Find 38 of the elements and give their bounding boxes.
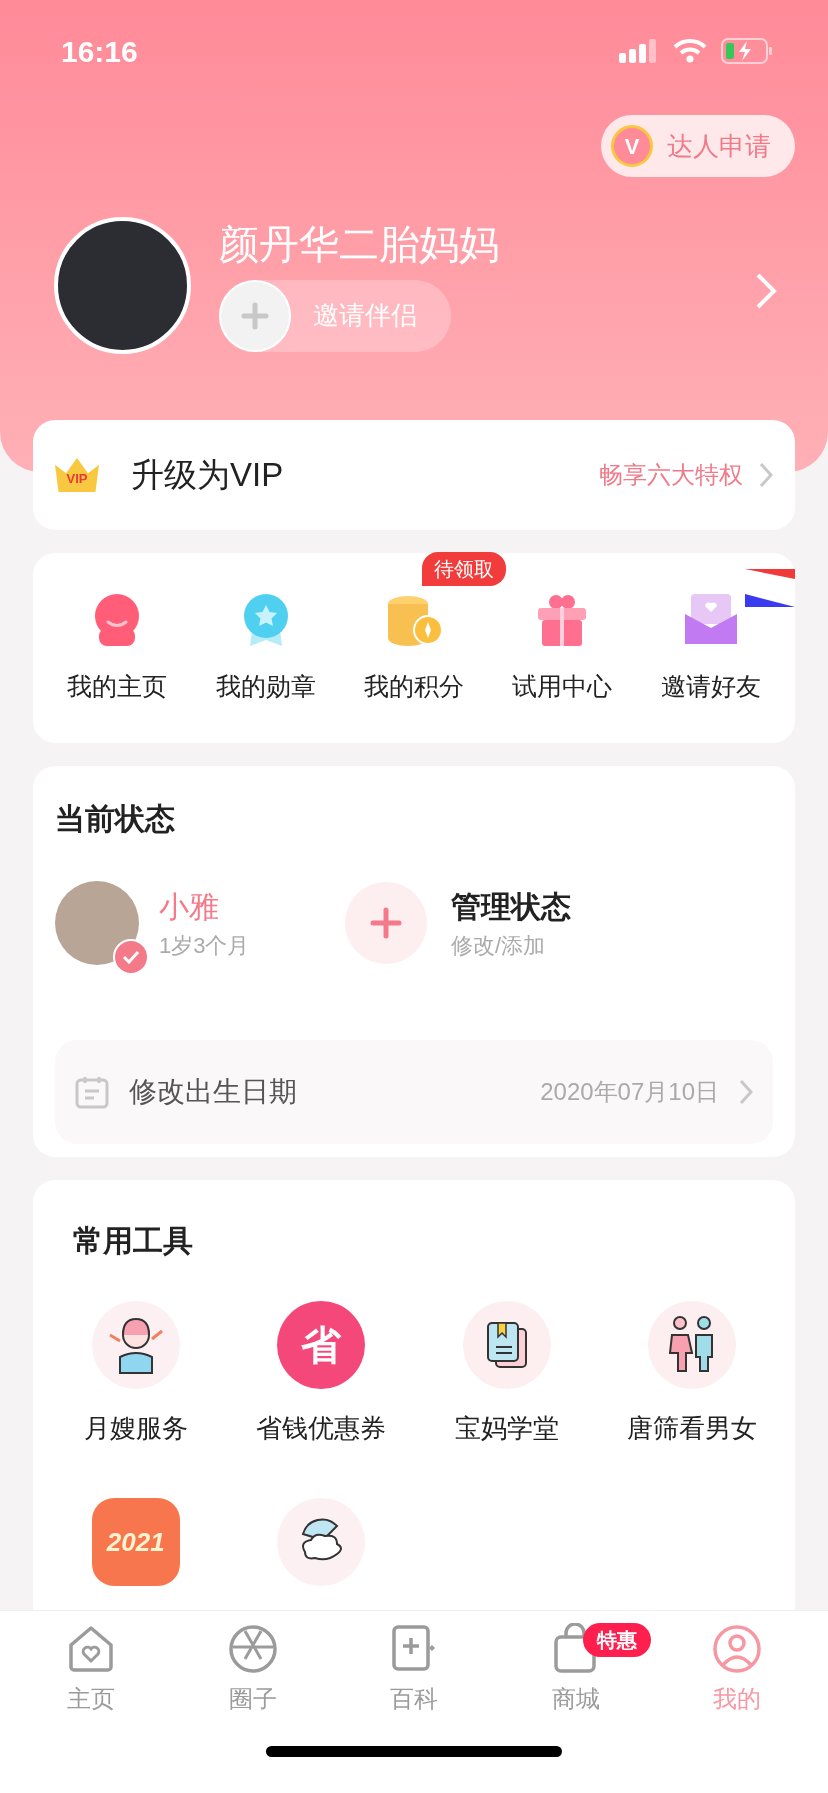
baby-age: 1岁3个月 (159, 932, 250, 960)
section-title: 常用工具 (73, 1223, 194, 1259)
signal-icon (619, 39, 659, 63)
section-title: 当前状态 (55, 801, 176, 837)
tool-item[interactable]: 唐筛看男女 (599, 1301, 785, 1448)
manage-status-button[interactable]: 管理状态 修改/添加 (345, 882, 571, 964)
tool-item[interactable]: 月嫂服务 (43, 1301, 229, 1448)
status-time: 16:16 (61, 33, 138, 70)
tab-bar-item[interactable]: 特惠 商城 (502, 1623, 649, 1717)
chevron-right-icon (759, 462, 773, 488)
manage-status-title: 管理状态 (451, 889, 571, 925)
battery-icon (721, 38, 773, 64)
calendar-icon (75, 1075, 109, 1109)
birth-date-label: 修改出生日期 (129, 1075, 297, 1109)
birth-date-value: 2020年07月10日 (540, 1077, 719, 1107)
baby-name: 小雅 (159, 889, 220, 925)
crown-icon: VIP (55, 458, 99, 492)
pending-badge: 待领取 (421, 552, 506, 587)
fortune-2021-icon: 2021 (91, 1498, 180, 1586)
vip-upgrade-banner[interactable]: VIP 升级为VIP 畅享六大特权 (33, 420, 795, 530)
chevron-right-icon (739, 1079, 753, 1105)
tool-item[interactable]: 省 省钱优惠券 (228, 1301, 414, 1448)
shortcut-item[interactable]: 试用中心 (488, 590, 637, 706)
tool-item[interactable]: 宝妈学堂 (414, 1301, 600, 1448)
shortcut-item[interactable]: 我的主页 (43, 590, 192, 706)
vip-title: 升级为VIP (131, 455, 284, 496)
ribbon-drawing (745, 569, 795, 607)
birth-date-row[interactable]: 修改出生日期 2020年07月10日 (55, 1040, 773, 1144)
wifi-icon (673, 39, 707, 63)
user-icon (711, 1623, 763, 1675)
sale-badge: 特惠 (582, 1623, 651, 1657)
shortcut-item[interactable]: 邀请好友 (636, 590, 786, 706)
aperture-icon (226, 1623, 279, 1675)
manage-status-subtitle: 修改/添加 (451, 932, 547, 960)
v-badge-icon: V (611, 125, 653, 167)
username: 颜丹华二胎妈妈 (219, 220, 499, 268)
shortcut-item[interactable]: 我的勋章 (191, 590, 340, 706)
coupon-icon: 省 (277, 1301, 366, 1389)
